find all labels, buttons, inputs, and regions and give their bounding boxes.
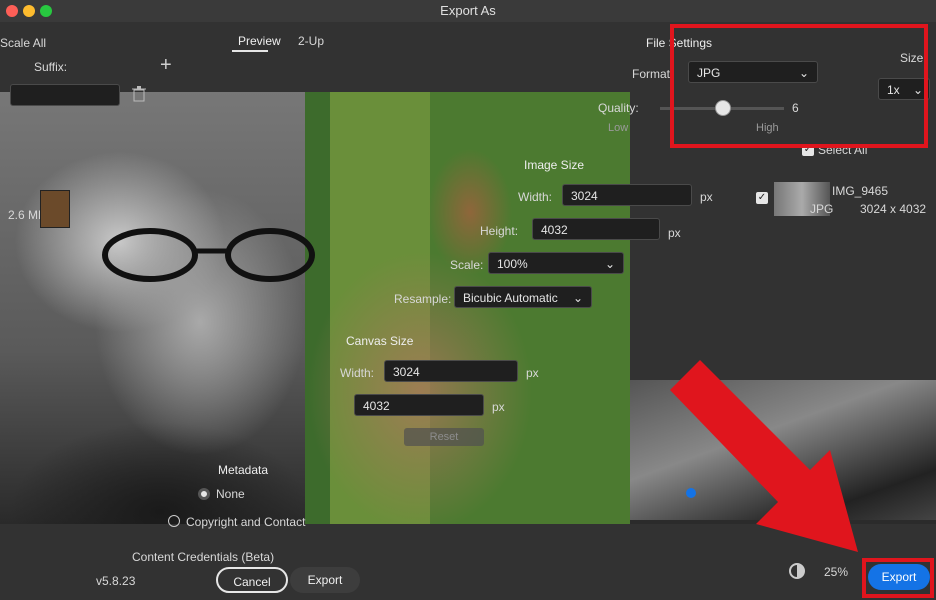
image-width-input[interactable]: 3024 (562, 184, 692, 206)
export-button[interactable]: Export (290, 567, 360, 593)
color-picker-icon[interactable] (788, 562, 806, 580)
plus-icon[interactable]: + (160, 54, 172, 77)
canvas-width-unit: px (526, 366, 539, 380)
annotation-box-file-settings (670, 24, 928, 148)
tab-preview[interactable]: Preview (238, 34, 281, 48)
preview-image-bw-half (0, 92, 305, 524)
resample-select[interactable]: Bicubic Automatic ⌄ (454, 286, 592, 308)
image-width-unit: px (700, 190, 713, 204)
asset-format: JPG (810, 202, 834, 216)
metadata-none-radio[interactable] (198, 488, 210, 500)
zoom-level: 25% (824, 565, 849, 579)
canvas-size-heading: Canvas Size (346, 334, 414, 348)
reset-button[interactable]: Reset (404, 428, 484, 446)
canvas-width-label: Width: (340, 366, 375, 380)
suffix-label: Suffix: (34, 60, 68, 74)
metadata-none-label: None (216, 487, 245, 501)
image-height-label: Height: (480, 224, 519, 238)
scale-value: 100% (497, 257, 528, 271)
image-height-input[interactable]: 4032 (532, 218, 660, 240)
asset-name: IMG_9465 (832, 184, 889, 198)
resample-label: Resample: (394, 292, 452, 306)
metadata-copyright-label: Copyright and Contact (186, 515, 306, 529)
format-label: Format: (632, 67, 674, 81)
resample-value: Bicubic Automatic (463, 291, 558, 305)
cancel-button[interactable]: Cancel (216, 567, 288, 593)
metadata-copyright-radio[interactable] (168, 515, 180, 527)
metadata-heading: Metadata (218, 463, 269, 477)
scale-label: Scale: (450, 258, 484, 272)
chevron-down-icon: ⌄ (604, 257, 615, 271)
suffix-input[interactable] (10, 84, 120, 106)
tab-preview-underline (232, 50, 268, 52)
scale-select[interactable]: 100% ⌄ (488, 252, 624, 274)
canvas-height-input[interactable]: 4032 (354, 394, 484, 416)
window-title: Export As (440, 3, 496, 18)
canvas-width-input[interactable]: 3024 (384, 360, 518, 382)
image-height-unit: px (668, 226, 681, 240)
quality-label: Quality: (598, 101, 639, 115)
chevron-down-icon: ⌄ (572, 291, 583, 305)
content-credentials-label: Content Credentials (Beta) (132, 550, 275, 564)
glasses-graphic (102, 228, 315, 282)
asset-dimensions: 3024 x 4032 (860, 202, 927, 216)
version-label: v5.8.23 (96, 574, 136, 588)
scale-all-label: Scale All (0, 36, 47, 50)
tab-2up[interactable]: 2-Up (298, 34, 324, 48)
annotation-box-export (862, 558, 934, 598)
annotation-arrow (670, 360, 858, 552)
image-size-heading: Image Size (524, 158, 585, 172)
asset-checkbox[interactable]: ✓ (756, 192, 768, 204)
trash-icon[interactable] (132, 86, 146, 102)
quality-low-label: Low (608, 122, 629, 134)
file-thumbnail[interactable] (40, 190, 70, 228)
canvas-height-unit: px (492, 400, 505, 414)
image-width-label: Width: (518, 190, 553, 204)
